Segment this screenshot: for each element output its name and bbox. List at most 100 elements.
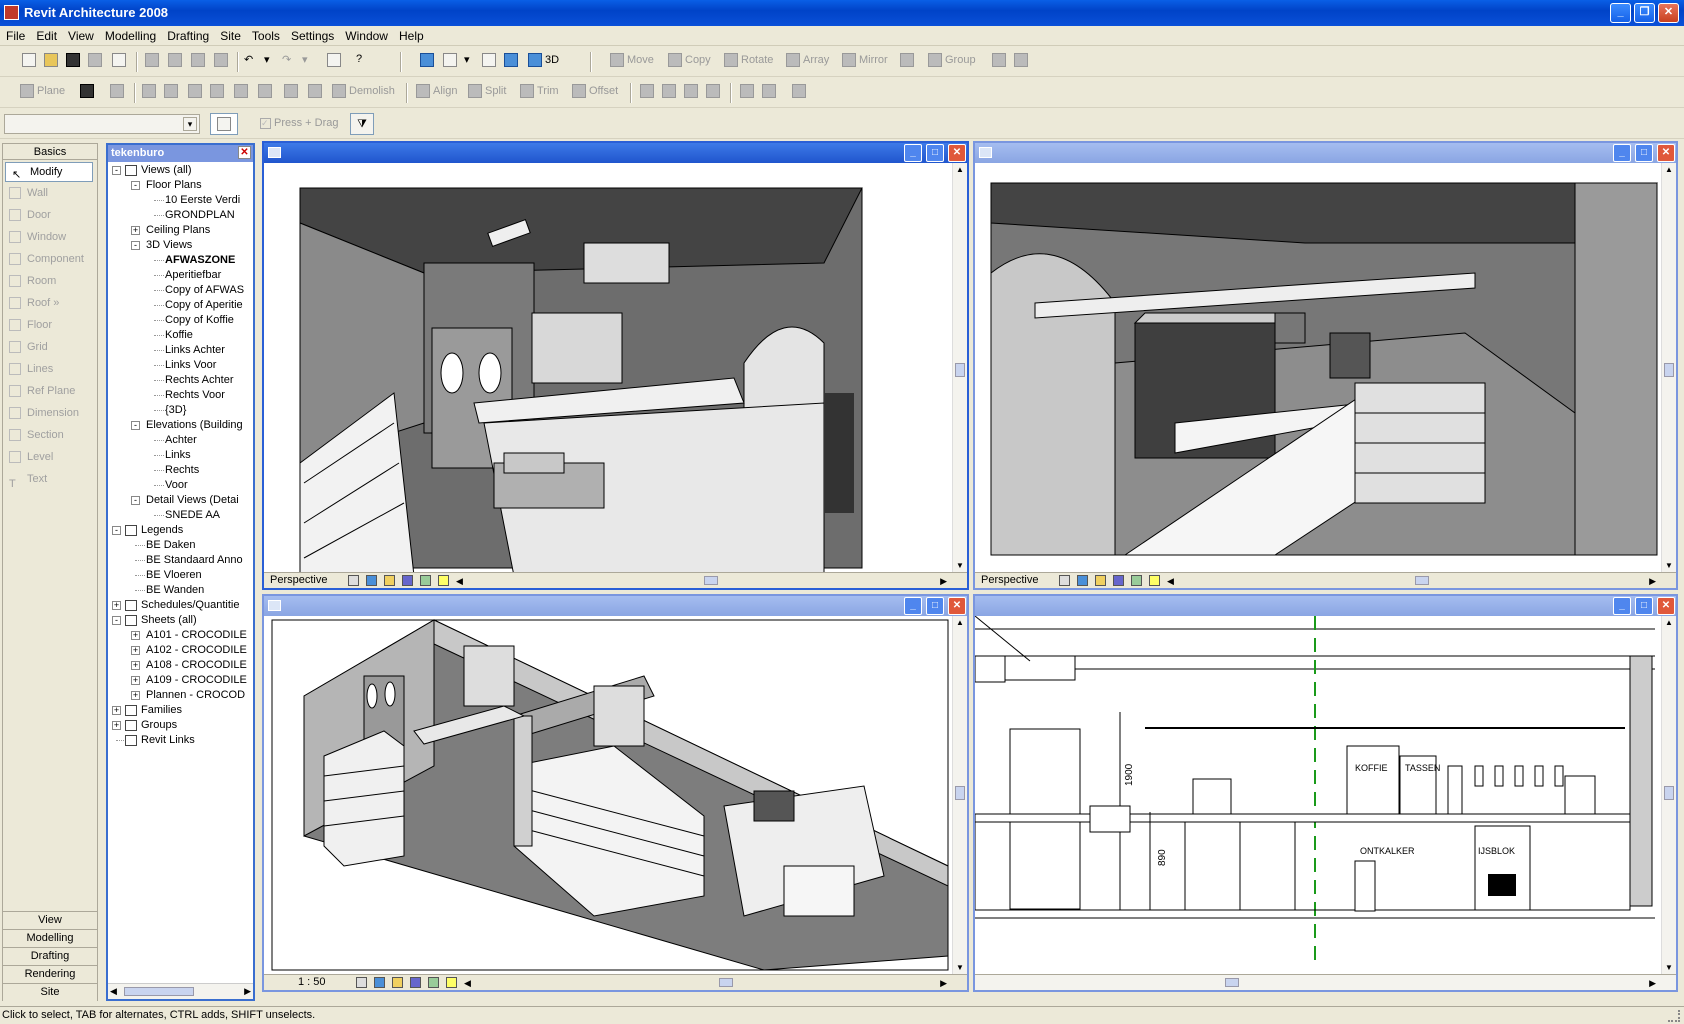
view-canvas[interactable] (975, 163, 1661, 572)
tree-expander-icon[interactable]: - (131, 496, 140, 505)
view-title-bar[interactable]: _ □ ✕ (264, 596, 967, 616)
crop-region-icon[interactable] (1113, 575, 1124, 586)
tree-item[interactable]: Copy of AFWAS (165, 283, 244, 297)
design-bar-window[interactable]: Window (3, 226, 97, 248)
tree-item[interactable]: Links Achter (165, 343, 225, 357)
tree-item[interactable]: AFWASZONE (165, 253, 235, 267)
tree-item[interactable]: Plannen - CROCOD (146, 688, 245, 702)
detail-level-icon[interactable] (1059, 575, 1070, 586)
tree-item[interactable]: SNEDE AA (165, 508, 220, 522)
view-maximize-button[interactable]: □ (1635, 144, 1653, 162)
tree-expander-icon[interactable]: + (131, 631, 140, 640)
tree-expander-icon[interactable]: + (131, 691, 140, 700)
detail-level-icon[interactable] (356, 977, 367, 988)
view-title-bar[interactable]: _ □ ✕ (975, 143, 1676, 163)
design-bar-grid[interactable]: Grid (3, 336, 97, 358)
menu-file[interactable]: File (0, 26, 30, 43)
copy-button[interactable]: Copy (668, 53, 711, 71)
group-button[interactable]: Group (928, 53, 976, 71)
tree-expander-icon[interactable]: - (112, 166, 121, 175)
tree-expander-icon[interactable]: + (131, 661, 140, 670)
tree-expander-icon[interactable]: - (131, 421, 140, 430)
tree-expander-icon[interactable]: - (112, 526, 121, 535)
tree-expander-icon[interactable]: + (112, 721, 121, 730)
work-plane-icon[interactable] (80, 84, 97, 102)
model-graphics-icon[interactable] (1077, 575, 1088, 586)
design-bar-door[interactable]: Door (3, 204, 97, 226)
view-title-bar[interactable]: _ □ ✕ (264, 143, 967, 163)
pin-icon[interactable] (992, 53, 1009, 71)
view-title-bar[interactable]: _ □ ✕ (975, 596, 1676, 616)
tree-item[interactable]: A101 - CROCODILE (146, 628, 247, 642)
copy-clip-icon[interactable] (168, 53, 185, 71)
view-vertical-scrollbar[interactable]: ▲ ▼ (1661, 163, 1676, 572)
menu-view[interactable]: View (62, 26, 99, 43)
view-eye-icon[interactable] (420, 53, 437, 71)
save-icon[interactable] (66, 53, 83, 71)
shadows-icon[interactable] (1095, 575, 1106, 586)
show-crop-icon[interactable] (420, 575, 431, 586)
hide-category-icon[interactable] (706, 84, 723, 102)
redo-list-icon[interactable]: ▾ (302, 53, 308, 71)
resize-icon[interactable] (900, 53, 917, 71)
tree-item[interactable]: Achter (165, 433, 197, 447)
tree-expander-icon[interactable]: + (131, 646, 140, 655)
detail-level-icon[interactable] (348, 575, 359, 586)
plane-button[interactable]: Plane (20, 84, 65, 102)
cut-icon[interactable] (145, 53, 162, 71)
thin-lines-icon[interactable] (482, 53, 499, 71)
revit-app-icon[interactable] (4, 5, 19, 20)
crop-region-icon[interactable] (402, 575, 413, 586)
undo-icon[interactable]: ↶ (244, 53, 253, 71)
tree-expander-icon[interactable]: - (131, 181, 140, 190)
design-bar-wall[interactable]: Wall (3, 182, 97, 204)
save-as-icon[interactable] (88, 53, 105, 71)
view-3d-button[interactable]: 3D (528, 53, 559, 71)
3d-box-icon[interactable] (504, 53, 521, 71)
view-minimize-button[interactable]: _ (1613, 144, 1631, 162)
zoom-icon[interactable] (443, 53, 460, 71)
scroll-right-icon[interactable]: ▶ (940, 574, 947, 588)
restore-button[interactable]: ❐ (1634, 3, 1655, 23)
scroll-left-icon[interactable]: ◀ (1167, 574, 1174, 588)
design-bar-tab-rendering[interactable]: Rendering (3, 965, 97, 983)
tree-item[interactable]: Links (165, 448, 191, 462)
show-crop-icon[interactable] (1131, 575, 1142, 586)
design-bar-modify[interactable]: ↖ Modify (5, 162, 93, 182)
design-bar-dimension[interactable]: Dimension (3, 402, 97, 424)
close-browser-icon[interactable]: ✕ (238, 146, 251, 159)
demolish-button[interactable]: Demolish (332, 84, 395, 102)
menu-window[interactable]: Window (339, 26, 393, 43)
scale-icon[interactable] (792, 84, 809, 102)
view-close-button[interactable]: ✕ (1657, 144, 1675, 162)
tree-item[interactable]: Copy of Koffie (165, 313, 234, 327)
menu-settings[interactable]: Settings (285, 26, 339, 43)
cut-geometry-icon[interactable] (258, 84, 275, 102)
horizontal-scroll-thumb[interactable] (719, 978, 733, 987)
tree-item[interactable]: Voor (165, 478, 188, 492)
undo-list-icon[interactable]: ▾ (264, 53, 270, 71)
beam-icon[interactable] (308, 84, 325, 102)
tree-item[interactable]: {3D} (165, 403, 186, 417)
zoom-list-icon[interactable]: ▾ (464, 53, 470, 71)
view-close-button[interactable]: ✕ (948, 144, 966, 162)
view-minimize-button[interactable]: _ (904, 597, 922, 615)
shadows-icon[interactable] (384, 575, 395, 586)
tree-item[interactable]: Rechts Voor (165, 388, 225, 402)
array-button[interactable]: Array (786, 53, 829, 71)
browser-horizontal-scrollbar[interactable]: ◀ ▶ (108, 983, 253, 999)
scroll-right-icon[interactable]: ▶ (1649, 976, 1656, 990)
trim-button[interactable]: Trim (520, 84, 559, 102)
tree-item[interactable]: Copy of Aperitie (165, 298, 243, 312)
crop-region-icon[interactable] (410, 977, 421, 988)
design-bar-tab-site[interactable]: Site (3, 983, 97, 1001)
tree-item[interactable]: A108 - CROCODILE (146, 658, 247, 672)
view-window-3d-isometric[interactable]: _ □ ✕ ▲ ▼ 1: 50 ◀ ▶ (262, 594, 969, 992)
view-maximize-button[interactable]: □ (1635, 597, 1653, 615)
rotate-button[interactable]: Rotate (724, 53, 773, 71)
horizontal-scroll-thumb[interactable] (1225, 978, 1239, 987)
menu-tools[interactable]: Tools (246, 26, 285, 43)
split-face-icon[interactable] (188, 84, 205, 102)
uncut-icon[interactable] (284, 84, 301, 102)
design-bar-floor[interactable]: Floor (3, 314, 97, 336)
